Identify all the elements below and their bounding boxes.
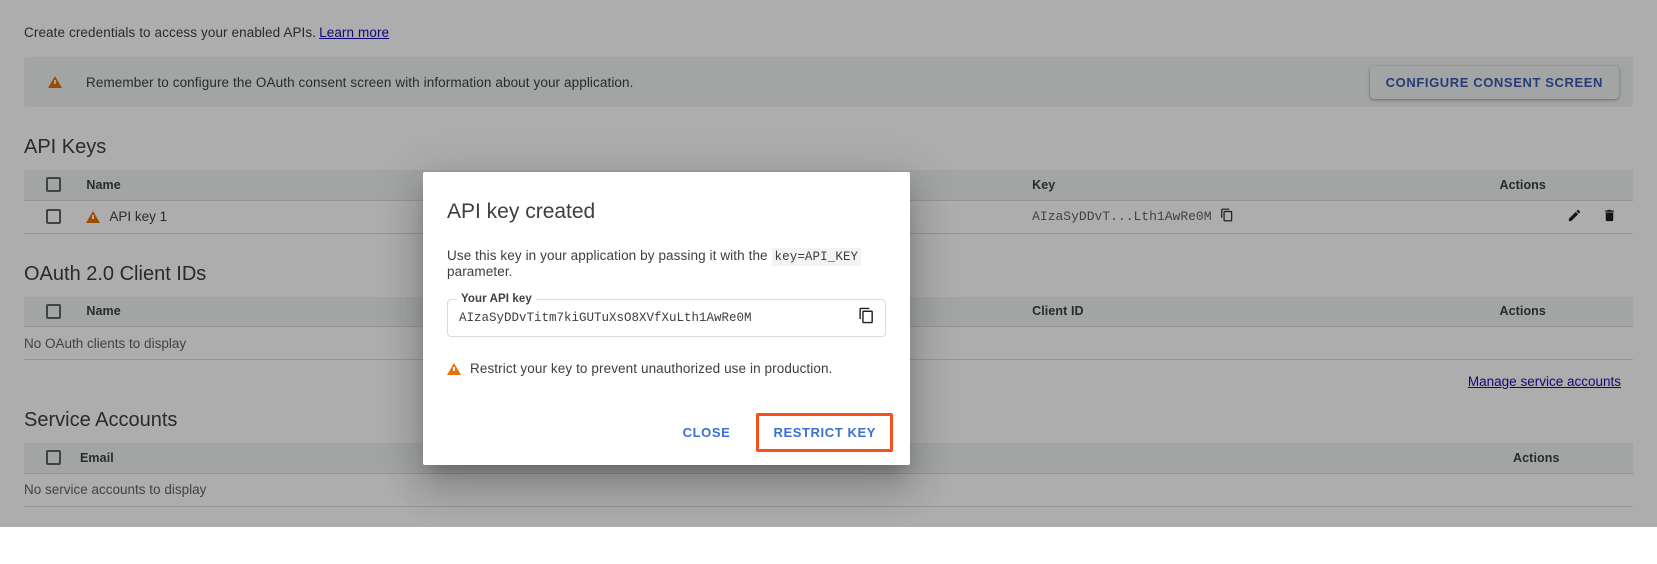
close-button[interactable]: CLOSE bbox=[669, 415, 745, 450]
dialog-description: Use this key in your application by pass… bbox=[447, 248, 886, 279]
api-key-field[interactable]: Your API key AIzaSyDDvTitm7kiGUTuXsO8XVf… bbox=[447, 293, 886, 337]
page-bottom-strip bbox=[0, 527, 1657, 564]
api-key-value: AIzaSyDDvTitm7kiGUTuXsO8XVfXuLth1AwRe0M bbox=[459, 311, 752, 325]
api-key-created-dialog: API key created Use this key in your app… bbox=[423, 172, 910, 465]
dialog-description-after: parameter. bbox=[447, 264, 513, 279]
dialog-warning-text: Restrict your key to prevent unauthorize… bbox=[470, 361, 833, 376]
dialog-warning: Restrict your key to prevent unauthorize… bbox=[447, 361, 886, 376]
copy-icon[interactable] bbox=[858, 307, 875, 329]
warning-triangle-icon bbox=[447, 362, 461, 375]
restrict-key-highlight: RESTRICT KEY bbox=[756, 413, 893, 452]
dialog-title: API key created bbox=[447, 200, 596, 223]
dialog-description-code: key=API_KEY bbox=[771, 248, 862, 266]
dialog-description-before: Use this key in your application by pass… bbox=[447, 248, 768, 263]
dialog-actions: CLOSE RESTRICT KEY bbox=[669, 413, 893, 452]
restrict-key-button[interactable]: RESTRICT KEY bbox=[765, 421, 884, 444]
api-key-field-label: Your API key bbox=[457, 293, 536, 305]
